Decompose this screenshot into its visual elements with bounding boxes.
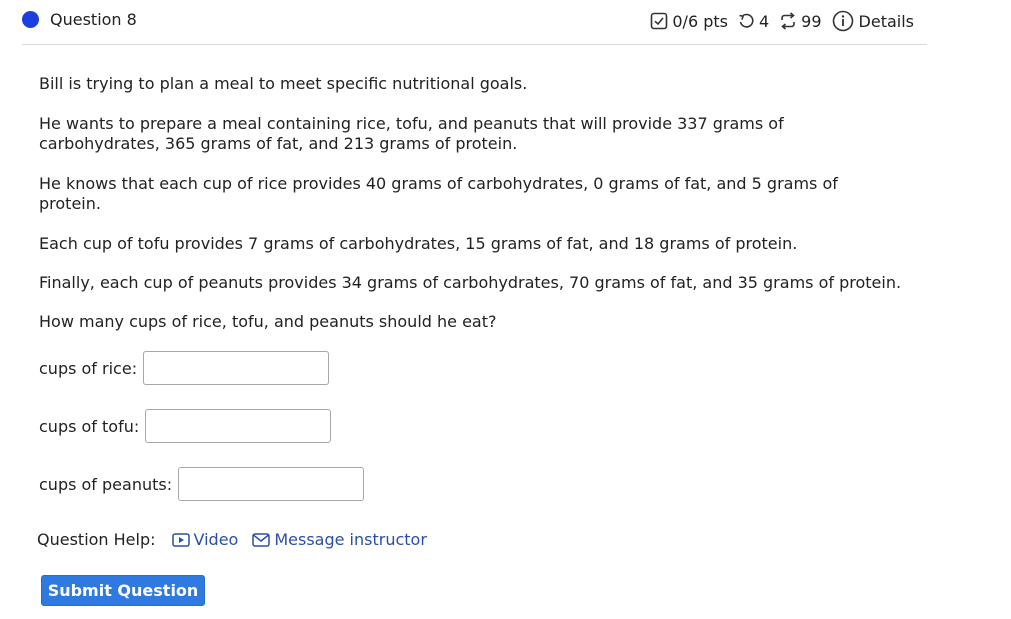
peanuts-answer-row: cups of peanuts: bbox=[39, 467, 365, 501]
message-instructor-label: Message instructor bbox=[274, 530, 427, 549]
question-paragraph-3: He knows that each cup of rice provides … bbox=[39, 174, 838, 213]
video-icon bbox=[171, 532, 190, 547]
points-value: 0/6 pts bbox=[672, 11, 728, 31]
question-header: Question 8 0/6 pts 4 99 Details bbox=[22, 0, 927, 45]
mail-icon bbox=[252, 532, 271, 547]
question-title: Question 8 bbox=[50, 10, 137, 29]
question-paragraph-5: Finally, each cup of peanuts provides 34… bbox=[39, 273, 902, 292]
question-paragraph-2: He wants to prepare a meal containing ri… bbox=[39, 114, 784, 153]
video-link[interactable]: Video bbox=[171, 530, 239, 549]
tofu-input[interactable] bbox=[145, 409, 332, 443]
question-meta: 0/6 pts 4 99 Details bbox=[650, 10, 914, 32]
rice-answer-row: cups of rice: bbox=[39, 351, 330, 385]
submit-question-button[interactable]: Submit Question bbox=[41, 575, 205, 606]
info-icon[interactable] bbox=[832, 10, 854, 32]
peanuts-input[interactable] bbox=[178, 467, 365, 501]
versions-value: 99 bbox=[801, 11, 822, 31]
versions-icon bbox=[779, 12, 797, 30]
retry-icon bbox=[738, 13, 755, 30]
peanuts-label: cups of peanuts: bbox=[39, 474, 173, 494]
message-instructor-link[interactable]: Message instructor bbox=[252, 530, 427, 549]
question-paragraph-6: How many cups of rice, tofu, and peanuts… bbox=[39, 312, 497, 331]
question-page: Question 8 0/6 pts 4 99 Details Bill is … bbox=[0, 0, 1011, 619]
details-link[interactable]: Details bbox=[859, 12, 914, 31]
video-link-label: Video bbox=[193, 530, 239, 549]
tofu-answer-row: cups of tofu: bbox=[39, 409, 332, 443]
rice-label: cups of rice: bbox=[39, 358, 138, 378]
attempts-value: 4 bbox=[758, 11, 770, 31]
question-help-label: Question Help: bbox=[37, 530, 156, 549]
question-paragraph-4: Each cup of tofu provides 7 grams of car… bbox=[39, 234, 798, 253]
question-paragraph-1: Bill is trying to plan a meal to meet sp… bbox=[39, 74, 528, 93]
tofu-label: cups of tofu: bbox=[39, 416, 140, 436]
status-dot bbox=[22, 11, 39, 28]
question-help: Question Help: Video Message instructor bbox=[37, 530, 427, 549]
rice-input[interactable] bbox=[143, 351, 330, 385]
checkbox-icon bbox=[650, 12, 668, 30]
